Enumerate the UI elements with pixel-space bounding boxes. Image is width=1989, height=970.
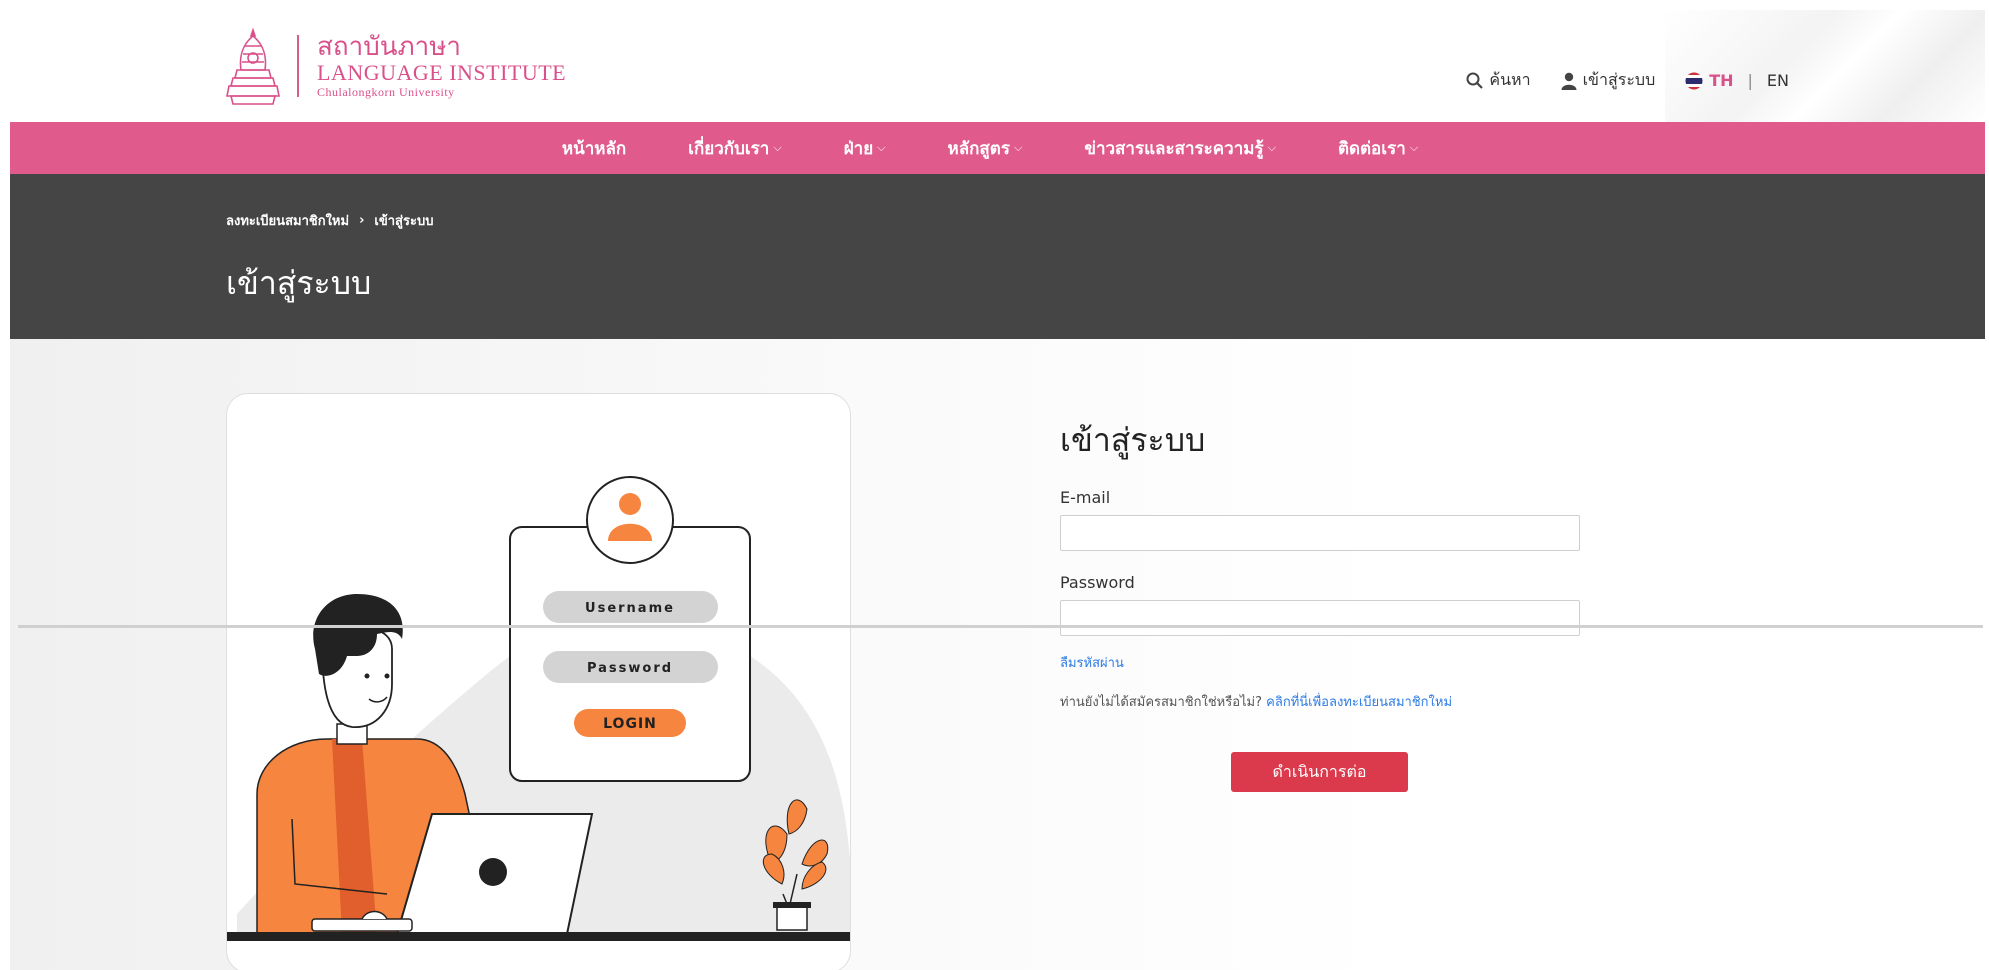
- chevron-down-icon: ⌵: [1409, 141, 1419, 154]
- nav-item-about[interactable]: เกี่ยวกับเรา ⌵: [657, 135, 813, 162]
- chevron-down-icon: ⌵: [877, 141, 886, 154]
- lang-th-option[interactable]: TH: [1709, 71, 1733, 90]
- nav-item-label: หน้าหลัก: [561, 138, 627, 159]
- illustration-password-label: Password: [587, 661, 673, 676]
- chevron-down-icon: ⌵: [1013, 141, 1023, 154]
- header-utility-bar: ค้นหา เข้าสู่ระบบ TH | EN: [1436, 68, 1789, 93]
- nav-item-contact[interactable]: ติดต่อเรา ⌵: [1307, 135, 1449, 162]
- page-bottom-divider: [18, 625, 1983, 628]
- nav-item-courses[interactable]: หลักสูตร ⌵: [917, 135, 1054, 162]
- search-icon: [1466, 72, 1484, 89]
- login-form-title: เข้าสู่ระบบ: [1060, 421, 1206, 459]
- language-switcher: TH | EN: [1685, 71, 1789, 90]
- register-prompt-text: ท่านยังไม่ได้สมัครสมาชิกใช่หรือไม่?: [1060, 695, 1263, 710]
- site-header: สถาบันภาษา LANGUAGE INSTITUTE Chulalongk…: [10, 10, 1985, 122]
- nav-item-news[interactable]: ข่าวสารและสาระความรู้ ⌵: [1053, 135, 1307, 162]
- chevron-down-icon: ⌵: [1267, 141, 1276, 154]
- logo-english-name: LANGUAGE INSTITUTE: [317, 60, 567, 85]
- nav-item-label: ฝ่าย: [843, 138, 874, 159]
- register-link[interactable]: คลิกที่นี่เพื่อลงทะเบียนสมาชิกใหม่: [1266, 695, 1452, 710]
- logo-text: สถาบันภาษา LANGUAGE INSTITUTE Chulalongk…: [317, 32, 566, 100]
- login-illustration: Username Password LOGIN: [226, 393, 851, 970]
- breadcrumb-current: เข้าสู่ระบบ: [374, 214, 434, 229]
- register-prompt-line: ท่านยังไม่ได้สมัครสมาชิกใช่หรือไม่? คลิก…: [1060, 691, 1580, 712]
- password-label: Password: [1060, 573, 1135, 592]
- page-title: เข้าสู่ระบบ: [226, 264, 372, 302]
- login-link[interactable]: เข้าสู่ระบบ: [1561, 68, 1656, 93]
- nav-item-departments[interactable]: ฝ่าย ⌵: [813, 135, 917, 162]
- breadcrumb: ลงทะเบียนสมาชิกใหม่ › เข้าสู่ระบบ: [226, 210, 433, 231]
- page-banner: ลงทะเบียนสมาชิกใหม่ › เข้าสู่ระบบ เข้าสู…: [10, 174, 1985, 339]
- chula-emblem-icon: [226, 27, 280, 105]
- nav-item-label: หลักสูตร: [947, 138, 1010, 159]
- header-decoration: [1665, 10, 1985, 122]
- nav-item-label: เกี่ยวกับเรา: [688, 138, 770, 159]
- main-content: Username Password LOGIN เข้าสู่ระบบ E-ma…: [10, 339, 1985, 970]
- logo-thai-name: สถาบันภาษา: [317, 32, 461, 62]
- main-nav: หน้าหลัก เกี่ยวกับเรา ⌵ ฝ่าย ⌵ หลักสูตร …: [10, 122, 1985, 174]
- lang-separator: |: [1747, 71, 1753, 90]
- forgot-password-link[interactable]: ลืมรหัสผ่าน: [1060, 652, 1580, 673]
- site-logo[interactable]: สถาบันภาษา LANGUAGE INSTITUTE Chulalongk…: [225, 26, 566, 106]
- page: สถาบันภาษา LANGUAGE INSTITUTE Chulalongk…: [0, 0, 1989, 970]
- thai-flag-icon: [1685, 72, 1703, 89]
- breadcrumb-register-link[interactable]: ลงทะเบียนสมาชิกใหม่: [226, 210, 349, 231]
- nav-list: หน้าหลัก เกี่ยวกับเรา ⌵ ฝ่าย ⌵ หลักสูตร …: [531, 135, 1449, 162]
- login-form: เข้าสู่ระบบ E-mail Password ลืมรหัสผ่าน …: [1060, 415, 1580, 792]
- nav-item-label: ข่าวสารและสาระความรู้: [1084, 138, 1264, 159]
- login-label: เข้าสู่ระบบ: [1582, 70, 1656, 89]
- chevron-down-icon: ⌵: [773, 141, 782, 154]
- login-illustration-graphic: Username Password LOGIN: [227, 476, 850, 941]
- lang-en-option[interactable]: EN: [1767, 71, 1789, 90]
- illustration-login-label: LOGIN: [603, 716, 657, 732]
- search-label: ค้นหา: [1489, 70, 1531, 89]
- password-field[interactable]: [1060, 600, 1580, 636]
- continue-button[interactable]: ดำเนินการต่อ: [1231, 752, 1408, 792]
- nav-item-label: ติดต่อเรา: [1337, 138, 1406, 159]
- search-link[interactable]: ค้นหา: [1466, 68, 1531, 93]
- breadcrumb-separator-icon: ›: [359, 213, 365, 228]
- user-icon: [1561, 72, 1577, 90]
- nav-item-home[interactable]: หน้าหลัก: [531, 135, 657, 162]
- illustration-username-label: Username: [585, 601, 675, 616]
- email-label: E-mail: [1060, 488, 1111, 507]
- logo-subtitle: Chulalongkorn University: [317, 85, 455, 99]
- email-field[interactable]: [1060, 515, 1580, 551]
- logo-divider: [297, 35, 299, 97]
